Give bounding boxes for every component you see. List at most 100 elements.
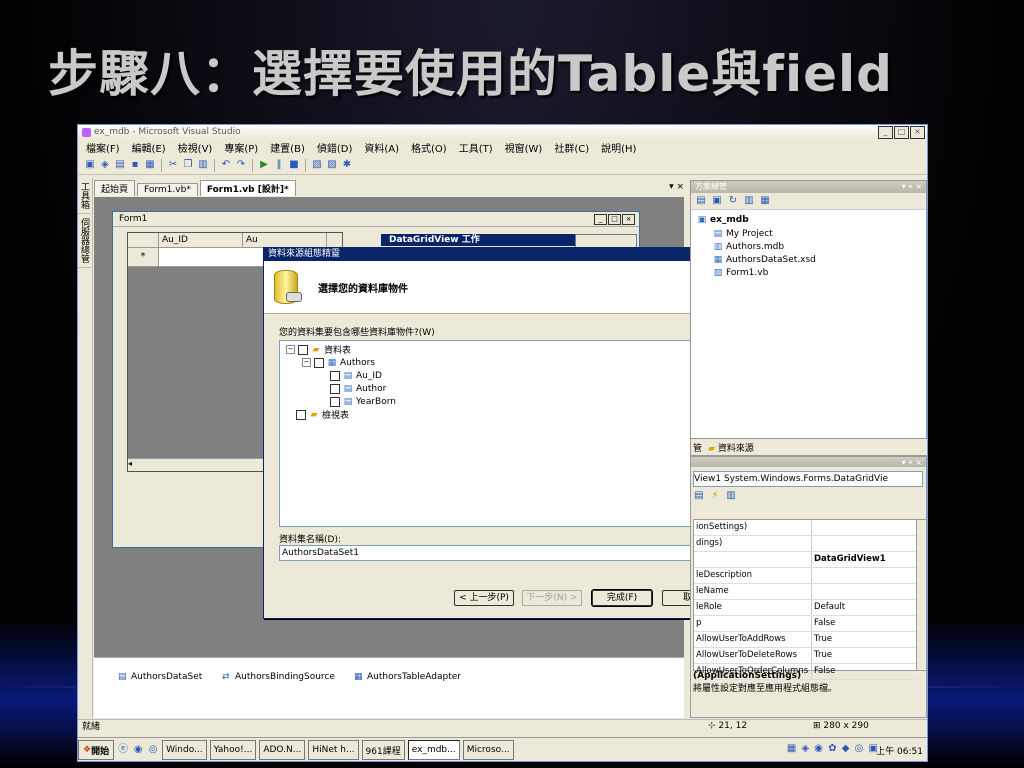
- tree-node-field[interactable]: ▤ YearBorn: [330, 395, 396, 408]
- refresh-icon[interactable]: ↻: [727, 195, 739, 207]
- panel-controls-icon[interactable]: ▾ ⌖ ×: [902, 181, 922, 193]
- solution-project[interactable]: ▣ ex_mdb: [697, 215, 749, 225]
- solution-item[interactable]: ▥ Authors.mdb: [713, 242, 784, 252]
- finish-button[interactable]: 完成(F): [591, 589, 653, 607]
- server-explorer-tab[interactable]: 伺服器總管: [78, 214, 91, 268]
- property-row[interactable]: p False: [694, 616, 916, 632]
- start-button[interactable]: ❖ 開始: [78, 740, 115, 760]
- taskbar-item[interactable]: Windo...: [162, 740, 207, 760]
- menu-data[interactable]: 資料(A): [364, 140, 399, 155]
- tab-form1-design[interactable]: Form1.vb [設計]*: [199, 180, 296, 196]
- property-value[interactable]: [812, 584, 916, 599]
- close-button[interactable]: ×: [910, 126, 925, 139]
- collapse-icon[interactable]: −: [286, 345, 295, 354]
- property-value[interactable]: [812, 568, 916, 583]
- field-checkbox[interactable]: [330, 383, 340, 394]
- properties-icon[interactable]: ▤: [695, 195, 707, 207]
- cut-icon[interactable]: ✂: [167, 159, 179, 171]
- property-row[interactable]: leDescription: [694, 568, 916, 584]
- menu-edit[interactable]: 編輯(E): [132, 140, 166, 155]
- properties-object-selector[interactable]: View1 System.Windows.Forms.DataGridVie: [693, 471, 923, 487]
- new-project-icon[interactable]: ▣: [84, 159, 96, 171]
- menu-window[interactable]: 視窗(W): [505, 140, 543, 155]
- toolbox-tab[interactable]: 工具箱: [78, 178, 91, 214]
- taskbar-item[interactable]: HiNet h...: [308, 740, 359, 760]
- property-row[interactable]: AllowUserToDeleteRows True: [694, 648, 916, 664]
- properties-icon[interactable]: ▨: [326, 159, 338, 171]
- add-item-icon[interactable]: ◈: [99, 159, 111, 171]
- menu-help[interactable]: 說明(H): [601, 140, 636, 155]
- menu-tools[interactable]: 工具(T): [459, 140, 493, 155]
- start-debug-icon[interactable]: ▶: [258, 159, 270, 171]
- property-row[interactable]: ionSettings): [694, 520, 916, 536]
- datagridview-smart-tag[interactable]: DataGridView 工作: [381, 234, 583, 246]
- field-checkbox[interactable]: [330, 396, 340, 407]
- property-value[interactable]: False: [812, 616, 916, 631]
- view-code-icon[interactable]: ▥: [743, 195, 755, 207]
- solution-item[interactable]: ▦ AuthorsDataSet.xsd: [713, 255, 816, 265]
- tab-close-icon[interactable]: ▾ ×: [669, 182, 684, 192]
- toolbox-icon[interactable]: ✱: [341, 159, 353, 171]
- property-value[interactable]: [812, 520, 916, 535]
- property-value[interactable]: True: [812, 632, 916, 647]
- taskbar-item[interactable]: Microso...: [462, 740, 514, 760]
- tab-solution-explorer[interactable]: 管: [693, 441, 702, 454]
- solution-item[interactable]: ▧ Form1.vb: [713, 268, 769, 278]
- menu-view[interactable]: 檢視(V): [178, 140, 213, 155]
- property-grid[interactable]: ionSettings) dings) DataGridView1 leDesc…: [693, 519, 917, 680]
- tables-checkbox[interactable]: [298, 344, 308, 355]
- property-grid-scrollbar[interactable]: [916, 519, 927, 671]
- grid-column-header[interactable]: Au: [243, 233, 327, 247]
- property-row[interactable]: leRole Default: [694, 600, 916, 616]
- tree-node-authors[interactable]: − ▦ Authors: [302, 356, 375, 369]
- property-row[interactable]: leName: [694, 584, 916, 600]
- menu-file[interactable]: 檔案(F): [86, 140, 120, 155]
- ie-icon[interactable]: ⓔ: [117, 744, 129, 756]
- open-icon[interactable]: ▤: [114, 159, 126, 171]
- show-all-files-icon[interactable]: ▣: [711, 195, 723, 207]
- tray-item[interactable]: ⇄ AuthorsBindingSource: [222, 672, 335, 682]
- tab-form1-code[interactable]: Form1.vb*: [137, 183, 198, 196]
- system-tray-icons[interactable]: ▦ ◈ ◉ ✿ ◆ ◎ ▣: [787, 743, 879, 754]
- collapse-icon[interactable]: −: [302, 358, 311, 367]
- solution-item[interactable]: ▤ My Project: [713, 229, 773, 239]
- solution-explorer-icon[interactable]: ▧: [311, 159, 323, 171]
- copy-icon[interactable]: ❐: [182, 159, 194, 171]
- next-button[interactable]: 下一步(N) >: [522, 590, 582, 606]
- view-designer-icon[interactable]: ▦: [759, 195, 771, 207]
- property-row[interactable]: dings): [694, 536, 916, 552]
- tab-data-sources[interactable]: ▰ 資料來源: [708, 441, 754, 454]
- grid-column-header[interactable]: Au_ID: [159, 233, 243, 247]
- property-value[interactable]: [812, 536, 916, 551]
- property-value[interactable]: True: [812, 648, 916, 663]
- property-row[interactable]: DataGridView1: [694, 552, 916, 568]
- panel-controls-icon[interactable]: ▾ ⌖ ×: [902, 457, 922, 469]
- dataset-name-input[interactable]: AuthorsDataSet1: [279, 545, 723, 561]
- menu-debug[interactable]: 偵錯(D): [317, 140, 353, 155]
- database-objects-tree[interactable]: − ▰ 資料表 − ▦ Authors ▤ Au_ID ▤ Author ▤ Y…: [279, 340, 724, 527]
- taskbar-item[interactable]: 961課程: [361, 740, 405, 760]
- undo-icon[interactable]: ↶: [220, 159, 232, 171]
- menu-format[interactable]: 格式(O): [411, 140, 447, 155]
- tree-node-field[interactable]: ▤ Au_ID: [330, 369, 382, 382]
- menu-community[interactable]: 社群(C): [554, 140, 589, 155]
- tree-node-tables[interactable]: − ▰ 資料表: [286, 343, 351, 356]
- views-checkbox[interactable]: [296, 409, 306, 420]
- property-value[interactable]: Default: [812, 600, 916, 615]
- back-button[interactable]: < 上一步(P): [454, 590, 514, 606]
- tree-node-views[interactable]: ▰ 檢視表: [296, 408, 349, 421]
- minimize-button[interactable]: _: [878, 126, 893, 139]
- field-checkbox[interactable]: [330, 370, 340, 381]
- save-icon[interactable]: ▪: [129, 159, 141, 171]
- property-row[interactable]: AllowUserToAddRows True: [694, 632, 916, 648]
- property-value[interactable]: DataGridView1: [812, 552, 916, 567]
- save-all-icon[interactable]: ▦: [144, 159, 156, 171]
- pause-icon[interactable]: ‖: [273, 159, 285, 171]
- tab-start-page[interactable]: 起始頁: [94, 180, 136, 196]
- menu-project[interactable]: 專案(P): [224, 140, 258, 155]
- maximize-button[interactable]: □: [894, 126, 909, 139]
- menu-build[interactable]: 建置(B): [270, 140, 305, 155]
- taskbar-item[interactable]: Yahoo!...: [209, 740, 257, 760]
- redo-icon[interactable]: ↷: [235, 159, 247, 171]
- stop-icon[interactable]: ■: [288, 159, 300, 171]
